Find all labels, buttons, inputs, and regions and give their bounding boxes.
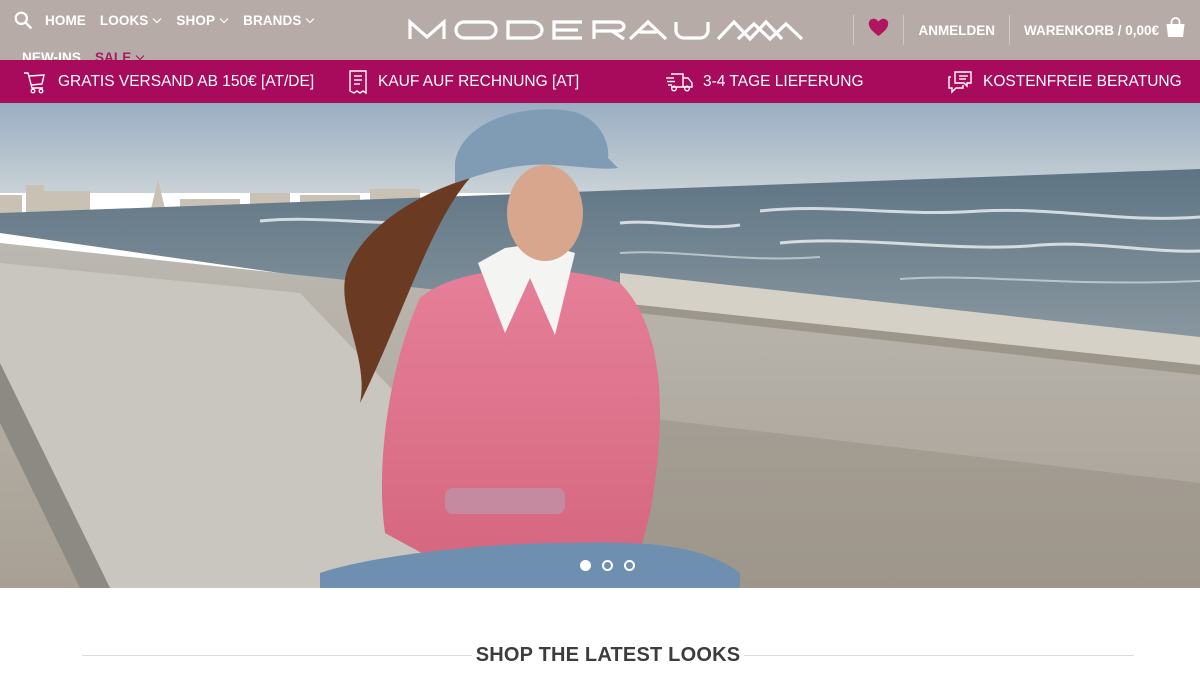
chat-bubbles-icon: [947, 70, 973, 94]
shopping-cart-icon: [22, 69, 48, 95]
promo-item-consulting: KOSTENFREIE BERATUNG: [947, 60, 1182, 103]
search-icon[interactable]: [14, 11, 32, 29]
nav-item-shop[interactable]: SHOP: [176, 13, 229, 28]
main-nav: HOME LOOKS SHOP BRANDS: [14, 0, 329, 40]
nav-item-label: HOME: [45, 12, 86, 28]
receipt-icon: [348, 69, 368, 95]
promo-label: GRATIS VERSAND AB 150€ [AT/DE]: [58, 72, 315, 90]
nav-item-label: SHOP: [176, 12, 216, 28]
site-header: HOME LOOKS SHOP BRANDS NEW-INS SALE ANME…: [0, 0, 1200, 65]
hero-image: [0, 103, 1200, 588]
header-actions: ANMELDEN WARENKORB / 0,00€: [853, 14, 1186, 46]
heart-icon: [868, 18, 889, 42]
promo-label: 3-4 TAGE LIEFERUNG: [703, 72, 864, 90]
nav-item-brands[interactable]: BRANDS: [243, 13, 315, 28]
nav-item-looks[interactable]: LOOKS: [100, 13, 163, 28]
promo-item-delivery: 3-4 TAGE LIEFERUNG: [665, 60, 864, 103]
nav-item-label: BRANDS: [243, 12, 302, 28]
section-heading: SHOP THE LATEST LOOKS: [82, 640, 1134, 670]
promo-label: KOSTENFREIE BERATUNG: [983, 72, 1182, 90]
site-logo[interactable]: [408, 15, 808, 45]
promo-label: KAUF AUF RECHNUNG [AT]: [378, 72, 580, 90]
divider: [744, 655, 1134, 656]
cart-button[interactable]: WARENKORB / 0,00€: [1010, 17, 1186, 43]
delivery-truck-icon: [665, 71, 693, 93]
login-link[interactable]: ANMELDEN: [904, 23, 1009, 38]
shopping-bag-icon: [1165, 17, 1186, 43]
chevron-down-icon: [305, 17, 315, 24]
slider-dots: [580, 560, 646, 571]
chevron-down-icon: [152, 17, 162, 24]
logo-wordmark: [408, 19, 804, 41]
wishlist-button[interactable]: [854, 18, 903, 42]
chevron-down-icon: [219, 17, 229, 24]
slider-dot-2[interactable]: [602, 560, 613, 571]
nav-item-label: LOOKS: [99, 12, 149, 28]
cart-label: WARENKORB / 0,00€: [1023, 22, 1159, 38]
hero-slider[interactable]: [0, 103, 1200, 588]
promo-bar: GRATIS VERSAND AB 150€ [AT/DE] KAUF AUF …: [0, 60, 1200, 103]
slider-dot-1[interactable]: [580, 560, 591, 571]
slider-dot-3[interactable]: [624, 560, 635, 571]
promo-item-shipping: GRATIS VERSAND AB 150€ [AT/DE]: [22, 60, 314, 103]
promo-item-invoice: KAUF AUF RECHNUNG [AT]: [348, 60, 579, 103]
nav-item-home[interactable]: HOME: [45, 13, 86, 28]
